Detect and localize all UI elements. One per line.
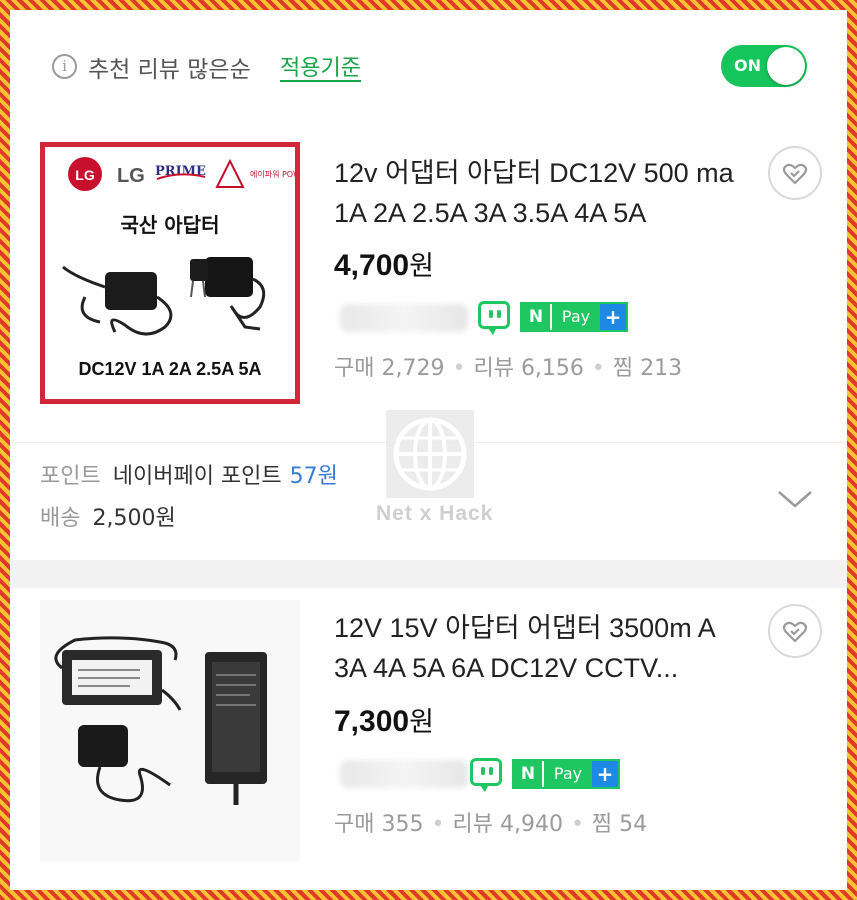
npay-badge: N Pay + (520, 302, 628, 332)
criteria-link[interactable]: 적용기준 (280, 50, 361, 82)
toggle-label: ON (734, 56, 761, 75)
review-count[interactable]: 4,940 (500, 812, 563, 837)
shipping-info: 배송 2,500원 (40, 500, 176, 532)
point-value: 네이버페이 포인트 (112, 464, 282, 489)
npay-pay: Pay (542, 761, 592, 787)
globe-watermark (386, 410, 474, 498)
purchase-count: 355 (381, 812, 424, 837)
recommend-toggle[interactable]: ON (721, 45, 807, 87)
heart-check-icon (782, 163, 808, 185)
favorite-button[interactable] (768, 146, 822, 200)
favorite-button[interactable] (768, 604, 822, 658)
seller-name-blurred[interactable] (340, 760, 468, 788)
globe-icon (393, 417, 467, 491)
price-currency: 원 (409, 707, 434, 737)
point-info: 포인트 네이버페이 포인트 57원 (40, 458, 338, 490)
price-value: 7,300 (334, 705, 410, 738)
section-gap (10, 560, 847, 588)
shipping-value: 2,500원 (92, 506, 176, 531)
review-label[interactable]: 리뷰 (452, 812, 492, 837)
product-image[interactable] (40, 600, 300, 862)
adapter-image (54, 636, 267, 805)
product-stats: 구매 2,729 • 리뷰 6,156 • 찜 213 (334, 356, 683, 381)
purchase-label: 구매 (334, 356, 375, 381)
product-price: 7,300원 (334, 700, 434, 739)
svg-text:LG: LG (75, 167, 95, 183)
purchase-label: 구매 (334, 812, 375, 837)
review-label[interactable]: 리뷰 (473, 356, 513, 381)
wish-label: 찜 (612, 356, 634, 381)
image-caption: DC12V 1A 2A 2.5A 5A (78, 359, 261, 379)
heart-check-icon (782, 621, 808, 643)
point-amount: 57원 (289, 464, 338, 489)
chevron-down-icon[interactable] (775, 487, 815, 511)
product-price: 4,700원 (334, 244, 434, 283)
product-stats: 구매 355 • 리뷰 4,940 • 찜 54 (334, 812, 648, 837)
review-count[interactable]: 6,156 (521, 356, 584, 381)
npay-plus-icon: + (592, 761, 618, 787)
npay-plus-icon: + (600, 304, 626, 330)
purchase-count: 2,729 (381, 356, 445, 381)
product-title[interactable]: 12v 어댑터 아답터 DC12V 500 ma 1A 2A 2.5A 3A 3… (334, 153, 744, 233)
npay-badge: N Pay + (512, 759, 620, 789)
npay-n: N (514, 761, 542, 787)
wish-count: 213 (640, 356, 683, 381)
image-heading: 국산 아답터 (121, 213, 220, 237)
sort-label: 추천 리뷰 많은순 (88, 57, 251, 83)
shipping-label: 배송 (40, 506, 81, 531)
watermark-text: Net x Hack (376, 502, 494, 525)
npay-n: N (522, 304, 550, 330)
wish-count: 54 (619, 812, 648, 837)
npay-pay: Pay (550, 304, 600, 330)
info-icon[interactable]: i (52, 54, 77, 79)
product-image[interactable]: LG LG PRIME 에이파워 POWER 국산 아답터 DC12V 1A 2… (40, 142, 312, 404)
product-card[interactable]: 12V 15V 아답터 어댑터 3500m A 3A 4A 5A 6A DC12… (10, 588, 847, 890)
seller-name-blurred[interactable] (340, 304, 468, 332)
adapter-image: LG LG PRIME 에이파워 POWER 국산 아답터 DC12V 1A 2… (62, 157, 312, 379)
toggle-knob (767, 47, 805, 85)
price-currency: 원 (409, 251, 434, 281)
talk-talk-icon[interactable] (470, 758, 502, 792)
price-value: 4,700 (334, 249, 410, 282)
point-label: 포인트 (40, 464, 101, 489)
shopping-results: i 추천 리뷰 많은순 적용기준 ON LG LG PRIME 에이파워 POW… (10, 10, 847, 890)
talk-talk-icon[interactable] (478, 301, 510, 335)
filter-bar: i 추천 리뷰 많은순 적용기준 ON (10, 10, 847, 120)
power-text: 에이파워 POWER (250, 169, 295, 179)
product-title[interactable]: 12V 15V 아답터 어댑터 3500m A 3A 4A 5A 6A DC12… (334, 608, 744, 688)
wish-label: 찜 (591, 812, 613, 837)
lg-text: LG (117, 165, 145, 187)
